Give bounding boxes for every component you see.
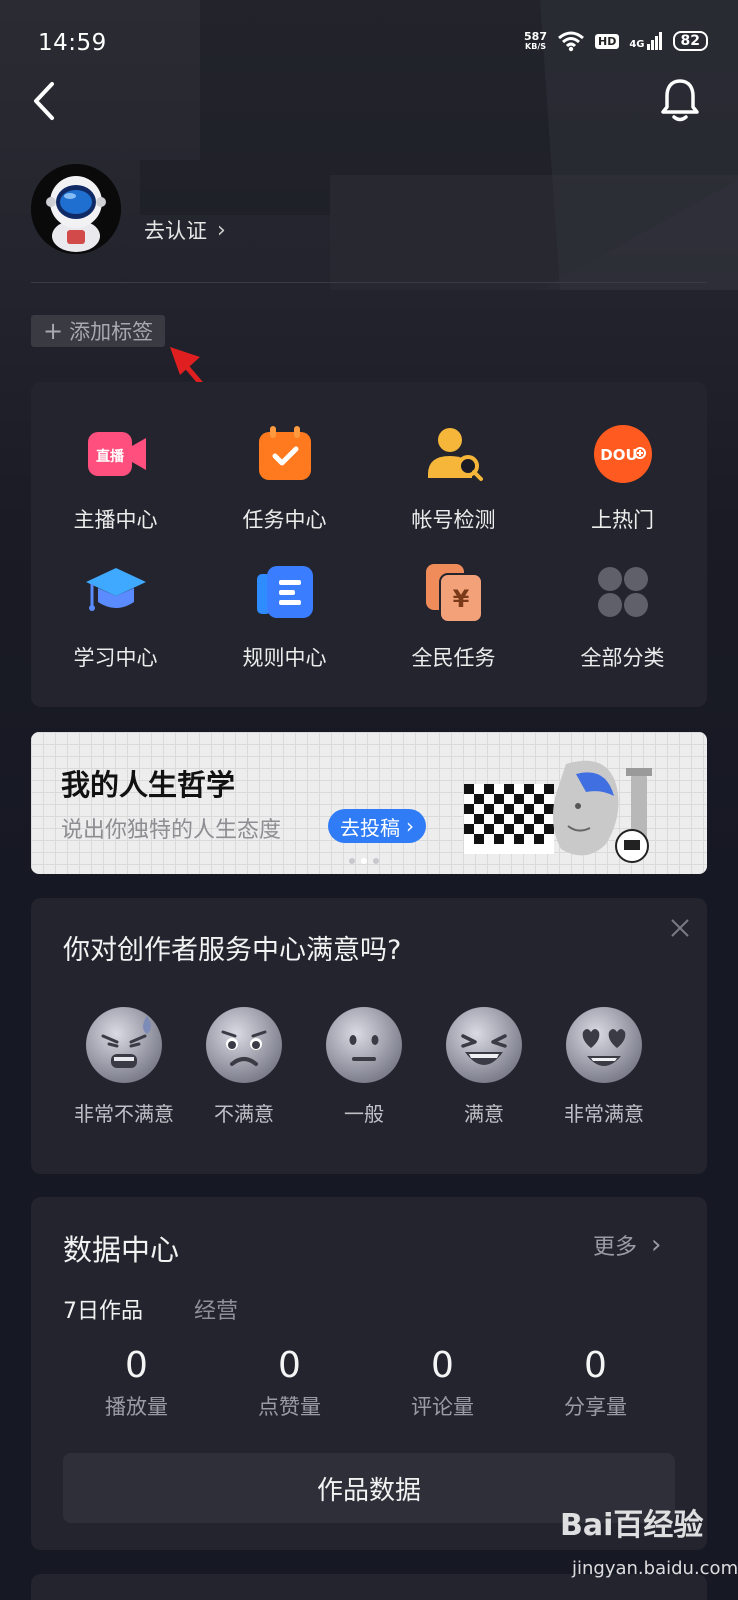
- tool-label: 全部分类: [580, 646, 665, 670]
- option-label: 一般: [344, 1102, 384, 1126]
- data-center-title: 数据中心: [63, 1233, 180, 1267]
- verify-label: 去认证: [144, 219, 207, 243]
- account-check-icon: [422, 422, 486, 486]
- submit-label: 去投稿: [340, 815, 400, 840]
- status-time: 14:59: [38, 30, 107, 56]
- stat-comments: 0 评论量: [366, 1345, 519, 1421]
- tool-label: 学习中心: [73, 646, 158, 670]
- tool-account-check[interactable]: 帐号检测: [369, 422, 538, 534]
- tool-learning-center[interactable]: 学习中心: [31, 560, 200, 672]
- add-tag-label: 添加标签: [69, 320, 154, 344]
- baidu-jingyan-watermark: Bai百经验 jingyan.baidu.com: [560, 1500, 738, 1595]
- stat-value: 0: [125, 1345, 148, 1386]
- add-tag-button[interactable]: + 添加标签: [31, 315, 166, 347]
- svg-text:¥: ¥: [452, 585, 469, 613]
- pagination-dot: [373, 858, 379, 864]
- satisfaction-survey-card: 你对创作者服务中心满意吗? 非常不满意 不满意 一般 满意 非常满意: [31, 898, 707, 1174]
- promo-banner[interactable]: 我的人生哲学 说出你独特的人生态度 去投稿 ›: [31, 732, 707, 874]
- survey-title: 你对创作者服务中心满意吗?: [63, 935, 402, 966]
- more-link[interactable]: 更多 ›: [593, 1229, 661, 1261]
- battery-indicator: 82: [672, 31, 708, 51]
- data-center-card: 数据中心 更多 › 7日作品 经营 0 播放量 0 点赞量 0 评论量 0 分享…: [31, 1197, 707, 1550]
- tool-all-categories[interactable]: 全部分类: [538, 560, 707, 672]
- submit-button[interactable]: 去投稿 ›: [328, 809, 426, 843]
- option-label: 非常不满意: [74, 1102, 174, 1126]
- avatar[interactable]: [31, 164, 121, 254]
- option-label: 非常满意: [564, 1102, 644, 1126]
- money-task-icon: ¥: [422, 560, 486, 624]
- option-very-unsatisfied[interactable]: 非常不满意: [63, 1006, 185, 1127]
- close-icon[interactable]: [668, 916, 692, 940]
- back-button[interactable]: [30, 80, 60, 122]
- svg-text:直播: 直播: [96, 448, 125, 465]
- svg-text:DOU: DOU: [600, 446, 637, 464]
- tool-label: 主播中心: [73, 508, 158, 532]
- stat-plays: 0 播放量: [60, 1345, 213, 1421]
- status-icons: 587 KB/S HD 4G 82: [524, 30, 708, 52]
- tool-label: 上热门: [591, 508, 654, 532]
- chevron-right-icon: ›: [406, 814, 414, 838]
- option-satisfied[interactable]: 满意: [423, 1006, 545, 1127]
- more-label: 更多: [593, 1235, 638, 1260]
- stat-label: 评论量: [411, 1395, 474, 1419]
- stat-label: 播放量: [105, 1395, 168, 1419]
- tools-card: 直播 主播中心 任务中心 帐号检测 DOU 上热门 学习中心 规则中心 ¥ 全民…: [31, 382, 707, 707]
- watermark-url: jingyan.baidu.com: [572, 1558, 738, 1579]
- very-unsatisfied-face-icon: [86, 1007, 162, 1083]
- pagination-dot-active: [361, 858, 367, 864]
- tool-label: 帐号检测: [411, 508, 496, 532]
- tool-rules-center[interactable]: 规则中心: [200, 560, 369, 672]
- live-camera-icon: 直播: [84, 422, 148, 486]
- neutral-face-icon: [326, 1007, 402, 1083]
- option-label: 满意: [464, 1102, 504, 1126]
- verify-link[interactable]: 去认证 ›: [144, 215, 226, 245]
- hd-badge: HD: [595, 33, 620, 49]
- option-label: 不满意: [214, 1102, 274, 1126]
- signal-icon: 4G: [629, 32, 662, 50]
- stat-shares: 0 分享量: [519, 1345, 672, 1421]
- network-speed: 587 KB/S: [524, 30, 547, 51]
- tool-label: 全民任务: [411, 646, 496, 670]
- stat-value: 0: [431, 1345, 454, 1386]
- grid-dots-icon: [591, 560, 655, 624]
- plus-icon: +: [43, 317, 64, 345]
- option-very-satisfied[interactable]: 非常满意: [543, 1006, 665, 1127]
- pagination-dot: [349, 858, 355, 864]
- divider: [31, 282, 707, 283]
- stat-likes: 0 点赞量: [213, 1345, 366, 1421]
- tab-7day-works[interactable]: 7日作品: [63, 1293, 143, 1325]
- option-unsatisfied[interactable]: 不满意: [183, 1006, 305, 1127]
- tool-go-hot[interactable]: DOU 上热门: [538, 422, 707, 534]
- bell-icon: [661, 79, 699, 122]
- wifi-icon: [558, 31, 584, 52]
- statue-illustration-icon: [464, 760, 652, 863]
- option-neutral[interactable]: 一般: [303, 1006, 425, 1127]
- stat-label: 分享量: [564, 1395, 627, 1419]
- chevron-right-icon: ›: [217, 217, 226, 243]
- tool-label: 规则中心: [242, 646, 327, 670]
- watermark-brand: Bai百经验: [560, 1508, 704, 1543]
- unsatisfied-face-icon: [206, 1007, 282, 1083]
- tab-business[interactable]: 经营: [194, 1293, 238, 1325]
- stat-value: 0: [278, 1345, 301, 1386]
- stat-label: 点赞量: [258, 1395, 321, 1419]
- stat-value: 0: [584, 1345, 607, 1386]
- chevron-left-icon: [34, 82, 54, 120]
- chevron-right-icon: ›: [651, 1230, 662, 1260]
- tool-streamer-center[interactable]: 直播 主播中心: [31, 422, 200, 534]
- satisfied-face-icon: [446, 1007, 522, 1083]
- task-calendar-icon: [253, 422, 317, 486]
- banner-subtitle: 说出你独特的人生态度: [61, 818, 282, 843]
- tool-task-center[interactable]: 任务中心: [200, 422, 369, 534]
- rules-book-icon: [253, 560, 317, 624]
- tool-public-task[interactable]: ¥ 全民任务: [369, 560, 538, 672]
- tool-label: 任务中心: [242, 508, 327, 532]
- very-satisfied-face-icon: [566, 1007, 642, 1083]
- graduation-cap-icon: [84, 560, 148, 624]
- dou-plus-icon: DOU: [591, 422, 655, 486]
- notification-button[interactable]: [658, 76, 702, 124]
- astronaut-avatar-icon: [31, 164, 121, 254]
- banner-pagination: [349, 858, 379, 864]
- banner-title: 我的人生哲学: [61, 768, 236, 802]
